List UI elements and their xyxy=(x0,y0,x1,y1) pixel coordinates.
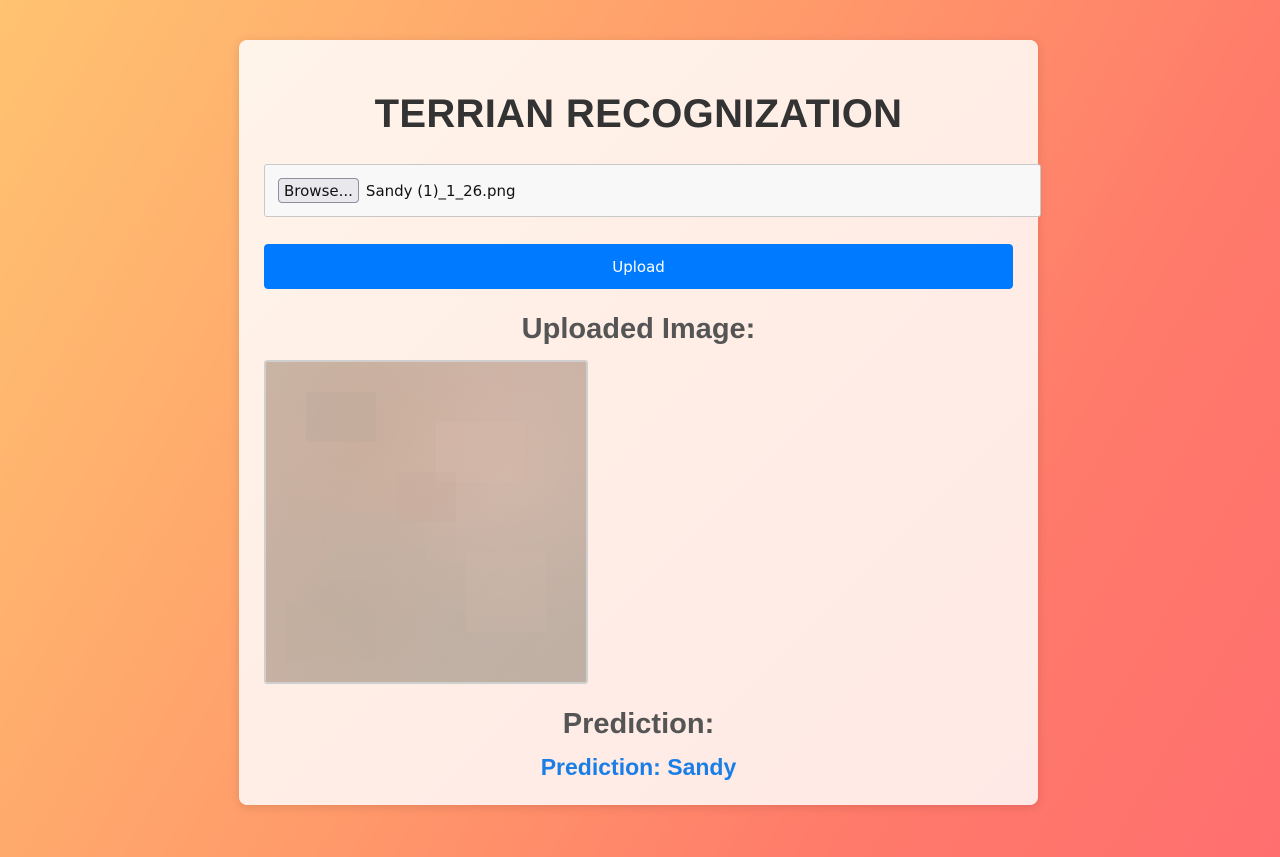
texture-patch xyxy=(326,512,426,582)
uploaded-image-heading: Uploaded Image: xyxy=(521,313,756,345)
selected-file-name: Sandy (1)_1_26.png xyxy=(365,181,516,200)
texture-patch xyxy=(466,552,546,632)
prediction-heading: Prediction: xyxy=(562,708,715,740)
texture-patch xyxy=(396,472,456,522)
main-card: TERRIAN RECOGNIZATION Browse... Sandy (1… xyxy=(239,40,1041,805)
prediction-result: Prediction: Sandy xyxy=(540,754,737,780)
texture-patch xyxy=(286,602,376,662)
upload-button[interactable]: Upload xyxy=(264,244,1013,289)
browse-button[interactable]: Browse... xyxy=(278,178,359,203)
file-input[interactable]: Browse... Sandy (1)_1_26.png xyxy=(264,164,1041,217)
uploaded-image xyxy=(264,360,588,684)
texture-patch xyxy=(306,392,376,442)
page-title: TERRIAN RECOGNIZATION xyxy=(374,92,903,136)
